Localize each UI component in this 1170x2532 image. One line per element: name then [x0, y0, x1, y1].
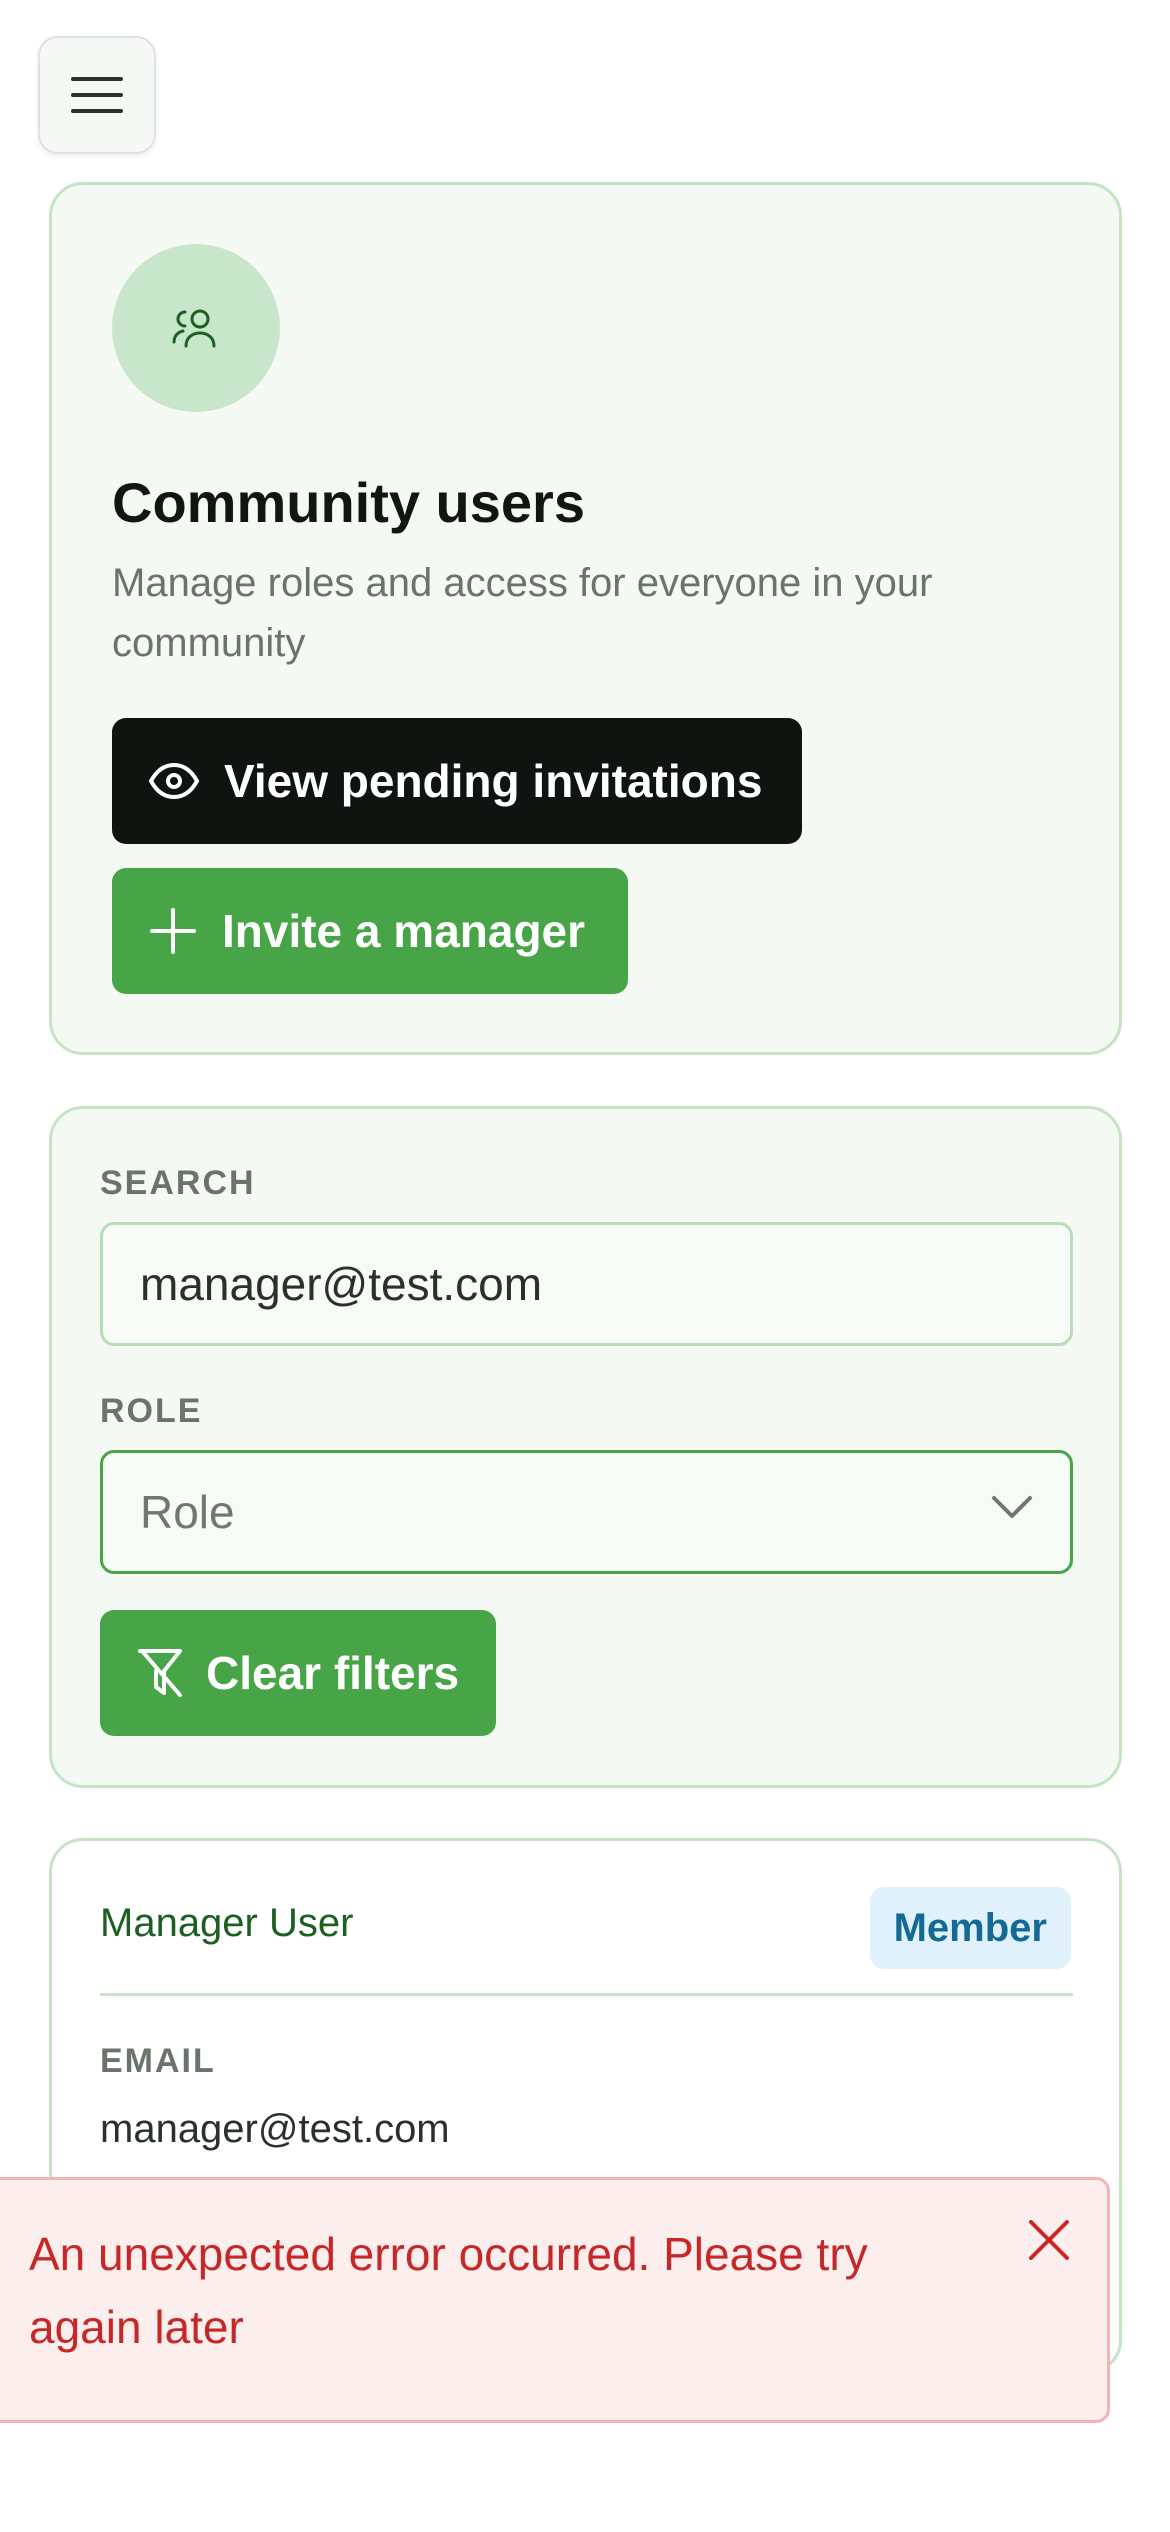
search-input[interactable]: manager@test.com — [100, 1222, 1073, 1346]
clear-filters-button[interactable]: Clear filters — [100, 1610, 496, 1736]
email-label: EMAIL — [100, 2042, 216, 2080]
view-pending-invitations-label: View pending invitations — [224, 755, 763, 807]
close-icon[interactable] — [1027, 2218, 1071, 2262]
plus-icon — [150, 908, 196, 954]
chevron-down-icon — [992, 1496, 1032, 1518]
email-value: manager@test.com — [100, 2107, 450, 2151]
users-avatar — [112, 244, 280, 412]
role-select[interactable]: Role — [100, 1450, 1073, 1574]
invite-manager-button[interactable]: Invite a manager — [112, 868, 628, 994]
role-select-placeholder: Role — [140, 1486, 235, 1538]
invite-manager-label: Invite a manager — [222, 905, 586, 957]
role-label: ROLE — [100, 1392, 203, 1430]
hamburger-menu-icon — [71, 77, 123, 113]
page-subtitle: Manage roles and access for everyone in … — [112, 561, 933, 665]
community-users-card: Community users Manage roles and access … — [49, 182, 1122, 1055]
menu-button[interactable] — [38, 36, 156, 154]
role-badge: Member — [869, 1887, 1071, 1969]
search-label: SEARCH — [100, 1164, 256, 1202]
clear-filters-label: Clear filters — [206, 1647, 460, 1699]
page-title: Community users — [112, 471, 585, 534]
view-pending-invitations-button[interactable]: View pending invitations — [112, 718, 802, 844]
error-message: An unexpected error occurred. Please try… — [29, 2228, 868, 2353]
error-toast: An unexpected error occurred. Please try… — [0, 2177, 1110, 2423]
eye-icon — [148, 762, 200, 800]
filters-card: SEARCH manager@test.com ROLE Role Clear … — [49, 1106, 1122, 1788]
search-input-value: manager@test.com — [140, 1258, 543, 1310]
filter-off-icon — [138, 1649, 182, 1697]
users-icon — [172, 309, 216, 348]
user-name[interactable]: Manager User — [100, 1901, 353, 1946]
divider — [100, 1993, 1073, 1996]
